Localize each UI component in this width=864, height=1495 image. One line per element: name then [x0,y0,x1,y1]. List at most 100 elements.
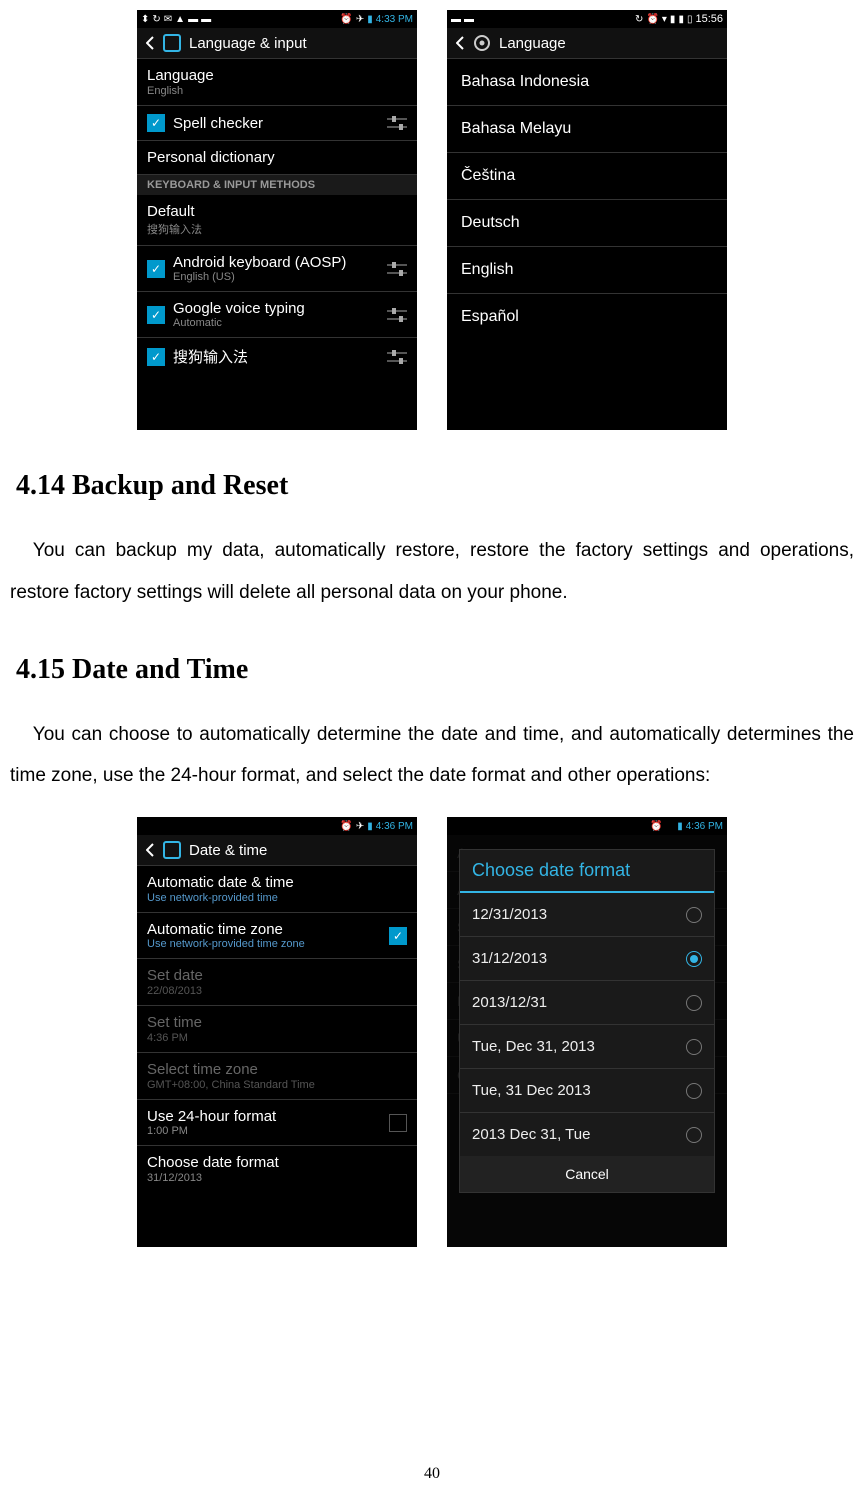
battery-icon: ▯ [687,14,693,25]
date-format-dialog: Choose date format 12/31/2013 31/12/2013… [459,849,715,1193]
checkbox-icon[interactable] [389,1114,407,1132]
back-icon[interactable] [455,35,465,51]
item-sub: 4:36 PM [147,1032,188,1044]
option-label: Tue, 31 Dec 2013 [472,1082,686,1099]
settings-icon [473,34,491,52]
setting-sogou[interactable]: ✓ 搜狗输入法 [137,338,417,375]
setting-auto-timezone[interactable]: Automatic time zone Use network-provided… [137,913,417,959]
item-sub: 31/12/2013 [147,1172,202,1184]
sliders-icon[interactable] [387,349,407,365]
header-bar[interactable]: Language [447,28,727,59]
sliders-icon[interactable] [387,115,407,131]
setting-voice-typing[interactable]: ✓ Google voice typing Automatic [137,292,417,338]
option-label: Tue, Dec 31, 2013 [472,1038,686,1055]
sim-icon: ▬ [451,14,461,25]
cancel-button[interactable]: Cancel [460,1156,714,1192]
date-format-option[interactable]: 2013/12/31 [460,981,714,1025]
battery-icon: ▮ [677,821,683,832]
lang-option[interactable]: English [447,247,727,294]
date-format-option[interactable]: Tue, 31 Dec 2013 [460,1069,714,1113]
setting-24hour[interactable]: Use 24-hour format 1:00 PM [137,1100,417,1146]
item-title: Default [147,203,195,220]
date-format-option[interactable]: 31/12/2013 [460,937,714,981]
sim2-icon: ▬ [464,14,474,25]
status-bar: ⏰ ✈ ▮ 4:36 PM [137,817,417,835]
date-format-option[interactable]: Tue, Dec 31, 2013 [460,1025,714,1069]
airplane-icon: ✈ [356,14,364,25]
airplane-icon: ✈ [666,821,674,832]
back-icon[interactable] [145,35,155,51]
setting-aosp-kbd[interactable]: ✓ Android keyboard (AOSP) English (US) [137,246,417,292]
setting-choose-date-format[interactable]: Choose date format 31/12/2013 [137,1146,417,1192]
radio-icon[interactable] [686,1039,702,1055]
status-bar: ⬍ ↻ ✉ ▲ ▬ ▬ ⏰ ✈ ▮ 4:33 PM [137,10,417,28]
setting-personal-dictionary[interactable]: Personal dictionary [137,141,417,175]
lang-option[interactable]: Bahasa Melayu [447,106,727,153]
section-4-14-body: You can backup my data, automatically re… [10,530,854,614]
sliders-icon[interactable] [387,261,407,277]
section-4-15-body: You can choose to automatically determin… [10,714,854,798]
back-icon[interactable] [145,842,155,858]
checkbox-icon[interactable]: ✓ [147,306,165,324]
radio-icon[interactable] [686,995,702,1011]
date-format-option[interactable]: 2013 Dec 31, Tue [460,1113,714,1156]
radio-icon[interactable] [686,1127,702,1143]
sliders-icon[interactable] [387,307,407,323]
battery-icon: ▮ [367,14,373,25]
airplane-icon: ✈ [356,821,364,832]
screenshot-language-input: ⬍ ↻ ✉ ▲ ▬ ▬ ⏰ ✈ ▮ 4:33 PM Language & inp… [137,10,417,430]
dialog-title: Choose date format [460,850,714,893]
item-title: Use 24-hour format [147,1108,381,1125]
lang-option[interactable]: Bahasa Indonesia [447,59,727,106]
status-time: 4:33 PM [376,14,413,25]
sim2-icon: ▬ [201,14,211,25]
item-sub: Automatic [173,317,379,329]
setting-spell-checker[interactable]: ✓ Spell checker [137,106,417,141]
item-sub: English [147,85,183,97]
date-format-option[interactable]: 12/31/2013 [460,893,714,937]
option-label: 2013 Dec 31, Tue [472,1126,686,1143]
sync-icon: ↻ [635,14,643,25]
checkbox-icon[interactable]: ✓ [147,260,165,278]
battery-icon: ▮ [367,821,373,832]
screenshot-date-time: ⏰ ✈ ▮ 4:36 PM Date & time Automatic date… [137,817,417,1247]
lang-option[interactable]: Español [447,294,727,340]
radio-icon[interactable] [686,951,702,967]
alarm-icon: ⏰ [650,821,662,832]
option-label: 31/12/2013 [472,950,686,967]
option-label: 12/31/2013 [472,906,686,923]
section-4-14-title: 4.14 Backup and Reset [16,470,854,502]
checkbox-icon[interactable]: ✓ [389,927,407,945]
checkbox-icon[interactable]: ✓ [147,114,165,132]
checkbox-icon[interactable]: ✓ [147,348,165,366]
settings-icon [163,841,181,859]
item-title: Automatic time zone [147,921,381,938]
radio-icon[interactable] [686,907,702,923]
setting-language[interactable]: Language English [137,59,417,106]
lang-option[interactable]: Čeština [447,153,727,200]
alarm-icon: ⏰ [646,14,658,25]
item-sub: Use network-provided time [147,892,278,904]
item-title: Set date [147,967,203,984]
header-bar[interactable]: Date & time [137,835,417,866]
header-title: Language [499,35,566,52]
setting-auto-datetime[interactable]: Automatic date & time Use network-provid… [137,866,417,913]
setting-default-kbd[interactable]: Default 搜狗输入法 [137,195,417,246]
alarm-icon: ⏰ [340,821,352,832]
lang-option[interactable]: Deutsch [447,200,727,247]
wifi-icon: ▾ [662,14,667,25]
warning-icon: ▲ [175,14,185,25]
signal2-icon: ▮ [678,14,684,25]
item-title: 搜狗输入法 [173,346,379,367]
radio-icon[interactable] [686,1083,702,1099]
setting-set-time: Set time 4:36 PM [137,1006,417,1053]
section-4-15-title: 4.15 Date and Time [16,654,854,686]
status-bar: ⏰ ✈ ▮ 4:36 PM [447,817,727,835]
header-bar[interactable]: Language & input [137,28,417,59]
item-title: Choose date format [147,1154,279,1171]
option-label: 2013/12/31 [472,994,686,1011]
item-sub: English (US) [173,271,379,283]
status-time: 15:56 [695,13,723,25]
header-title: Date & time [189,842,267,859]
item-title: Personal dictionary [147,149,275,166]
